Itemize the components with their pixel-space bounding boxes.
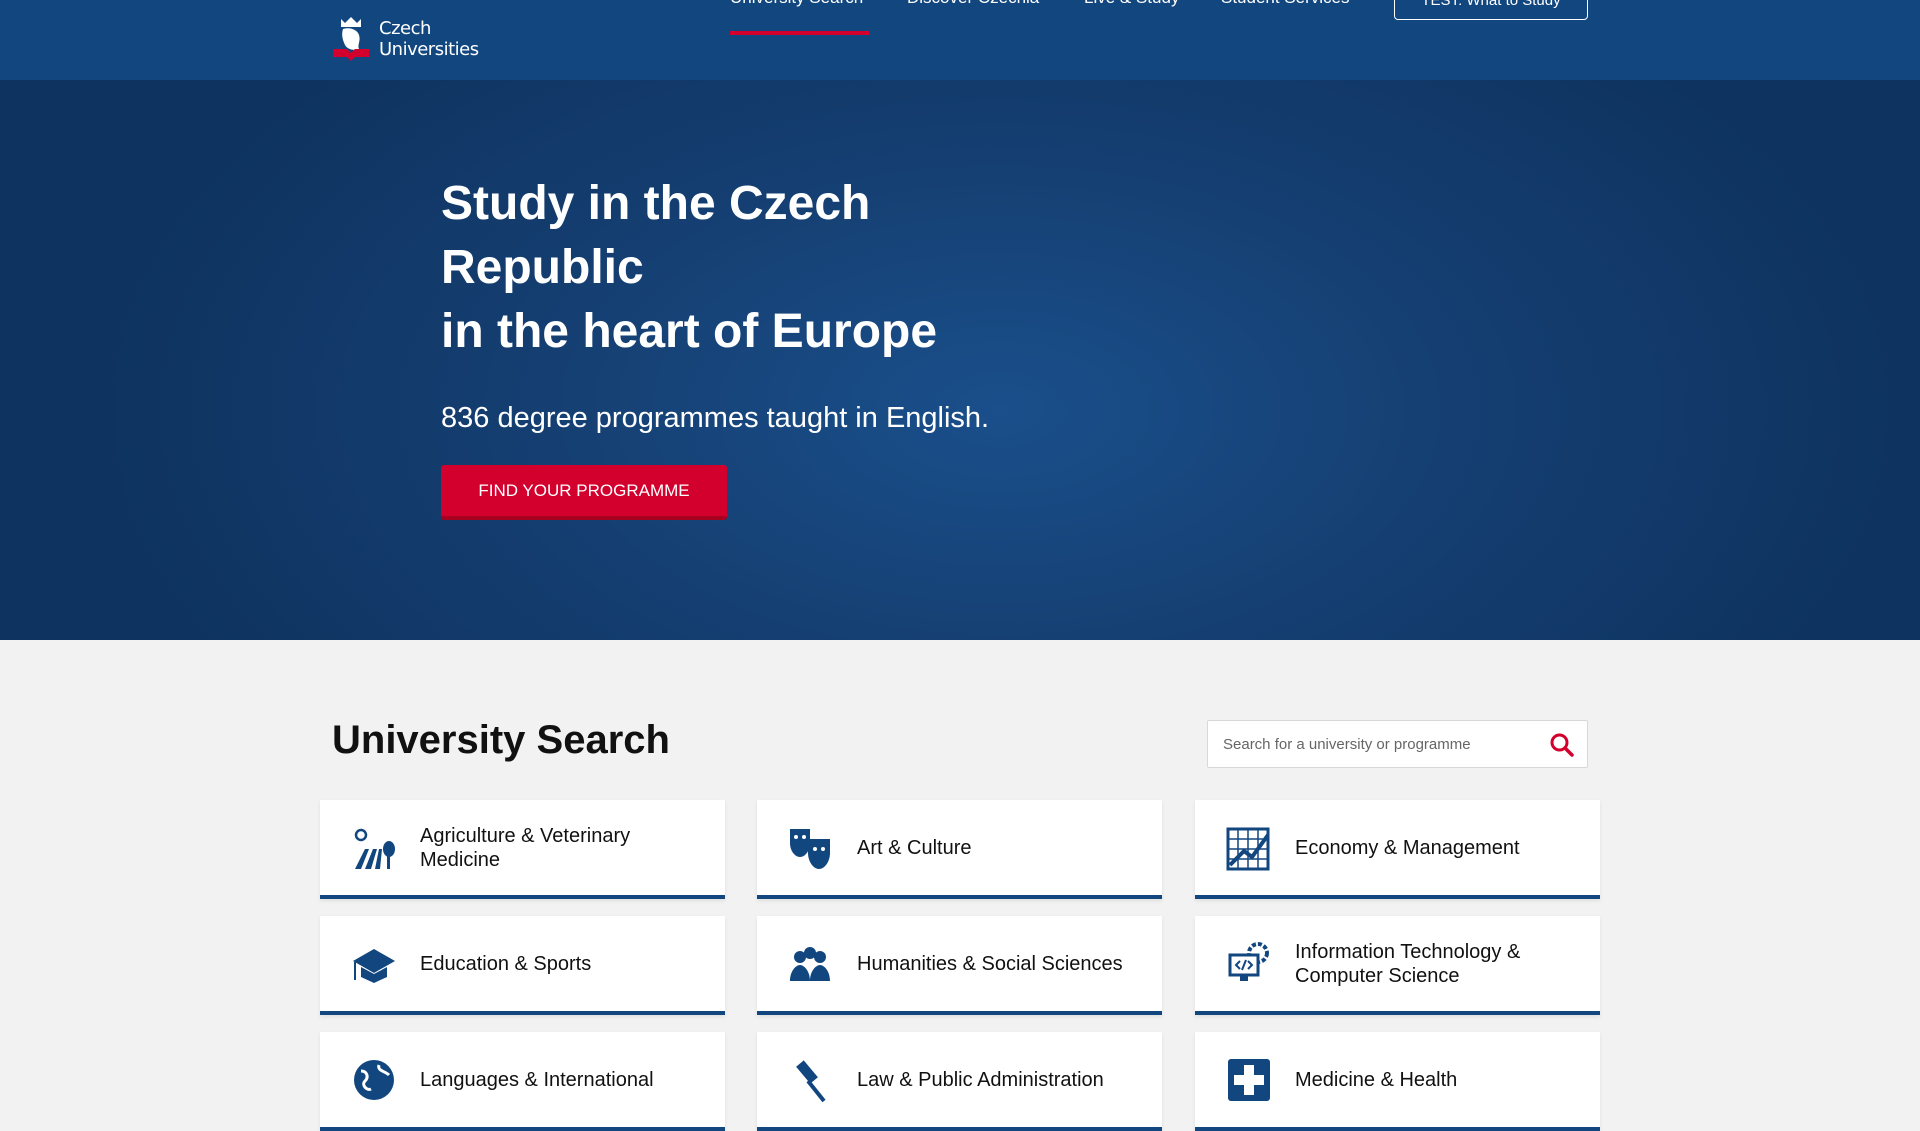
hero-title: Study in the Czech Republic in the heart… — [441, 172, 1041, 364]
category-card[interactable]: Medicine & Health — [1195, 1032, 1600, 1131]
category-card[interactable]: Education & Sports — [320, 916, 725, 1015]
search-input[interactable] — [1223, 721, 1533, 767]
section-title: University Search — [332, 718, 670, 762]
category-card[interactable]: Information Technology & Computer Scienc… — [1195, 916, 1600, 1015]
logo-line1: Czech — [379, 18, 431, 39]
category-label: Information Technology & Computer Scienc… — [1295, 940, 1521, 987]
agriculture-icon — [354, 828, 395, 869]
category-card[interactable]: Agriculture & Veterinary Medicine — [320, 800, 725, 899]
logo[interactable]: Czech Universities — [331, 15, 479, 63]
search-box — [1207, 720, 1588, 768]
category-label: Agriculture & Veterinary Medicine — [420, 824, 631, 871]
test-what-to-study-button[interactable]: TEST: What to Study — [1394, 0, 1588, 20]
category-label: Economy & Management — [1295, 836, 1520, 859]
nav-student-services[interactable]: Student Services — [1221, 0, 1350, 8]
nav-discover-czechia[interactable]: Discover Czechia — [907, 0, 1039, 8]
nav-university-search[interactable]: University Search — [730, 0, 863, 8]
category-label: Humanities & Social Sciences — [857, 952, 1123, 975]
nav-live-study[interactable]: Live & Study — [1084, 0, 1179, 8]
hero-title-line2: Republic — [441, 241, 644, 294]
hero-subtitle: 836 degree programmes taught in English. — [441, 402, 990, 434]
computer-code-icon — [1228, 941, 1269, 981]
people-icon — [790, 946, 830, 981]
site-header: Czech Universities University Search Dis… — [0, 0, 1920, 80]
lion-logo-icon — [333, 17, 369, 61]
category-card[interactable]: Law & Public Administration — [757, 1032, 1162, 1131]
hero-banner: Study in the Czech Republic in the heart… — [0, 80, 1920, 640]
category-card[interactable]: Languages & International — [320, 1032, 725, 1131]
find-programme-button[interactable]: FIND YOUR PROGRAMME — [441, 465, 727, 520]
category-card[interactable]: Humanities & Social Sciences — [757, 916, 1162, 1015]
hero-title-line3: in the heart of Europe — [441, 305, 938, 358]
category-label: Education & Sports — [420, 952, 592, 975]
chart-icon — [1226, 827, 1270, 870]
theatre-masks-icon — [790, 828, 830, 869]
search-icon[interactable] — [1549, 732, 1575, 758]
category-label: Art & Culture — [857, 836, 972, 859]
logo-line2: Universities — [379, 39, 479, 60]
graduation-cap-icon — [353, 948, 395, 983]
category-card[interactable]: Art & Culture — [757, 800, 1162, 899]
nav-active-indicator — [730, 31, 869, 35]
hero-title-line1: Study in the Czech — [441, 177, 871, 230]
category-card[interactable]: Economy & Management — [1195, 800, 1600, 899]
